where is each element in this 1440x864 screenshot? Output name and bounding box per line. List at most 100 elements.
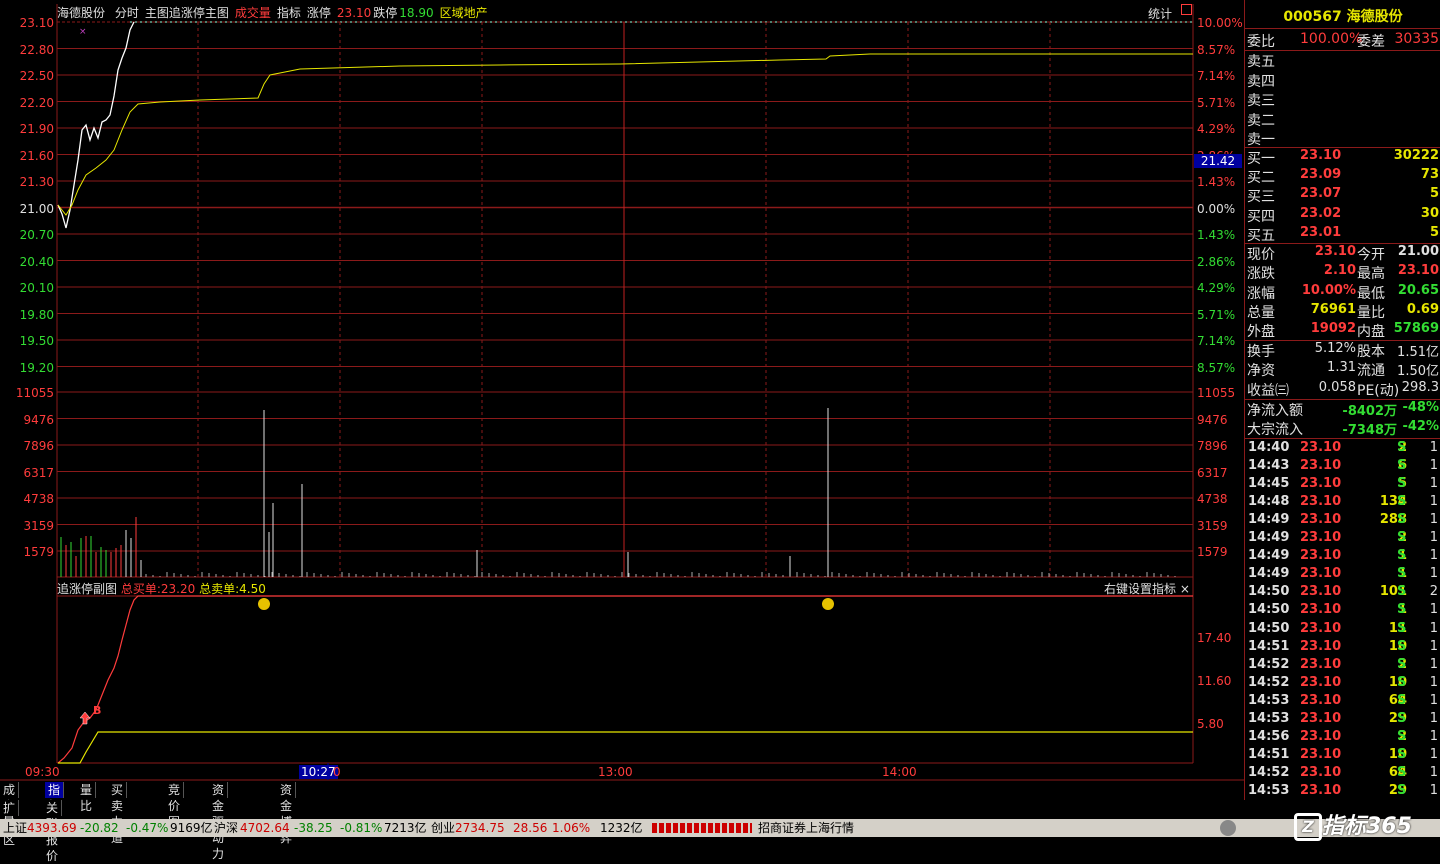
tick-row[interactable]: 14:52 23.10 2 S 1: [1245, 657, 1440, 675]
tick-row[interactable]: 14:49 23.10 1 S 1: [1245, 566, 1440, 584]
tab-buy-sell-power[interactable]: 买卖力道: [108, 782, 128, 845]
quote-row: 外盘 19092 内盘 57869: [1245, 321, 1440, 340]
tick-count: 1: [1429, 602, 1438, 618]
tick-row[interactable]: 14:40 23.10 2 S 1: [1245, 440, 1440, 458]
tick-row[interactable]: 14:56 23.10 2 S 1: [1245, 729, 1440, 747]
tick-row[interactable]: 14:43 23.10 6 S 1: [1245, 458, 1440, 476]
window-toggle-icon[interactable]: [1181, 4, 1192, 15]
fund-flow-label: 大宗流入: [1247, 422, 1303, 438]
tick-row[interactable]: 14:45 23.10 5 S 1: [1245, 476, 1440, 494]
tab-related-quotes[interactable]: 关联报价: [43, 800, 63, 863]
quote-value: 19092: [1310, 321, 1356, 337]
quote-label-2: 今开: [1357, 247, 1385, 263]
sub-chart-settings[interactable]: 右键设置指标 ×: [1104, 580, 1190, 597]
volume-tick: 1579: [23, 545, 54, 559]
tab-indicator[interactable]: 指标: [45, 782, 65, 813]
pct-tick: 4.29%: [1197, 281, 1236, 295]
tick-time: 14:53: [1248, 692, 1290, 708]
sz-amount: 7213亿: [384, 821, 427, 835]
sell-level-row[interactable]: 卖二: [1245, 110, 1440, 129]
tab-fenshi[interactable]: 分时: [115, 6, 139, 20]
network-icon[interactable]: [1220, 820, 1236, 836]
price-tick: 22.50: [19, 69, 54, 83]
tick-row[interactable]: 14:50 23.10 11 S 1: [1245, 621, 1440, 639]
buy-level-volume: 30222: [1393, 148, 1439, 163]
tick-time: 14:56: [1248, 728, 1290, 744]
fundamental-label-2: PE(动): [1357, 382, 1400, 399]
tick-row[interactable]: 14:52 23.10 10 S 1: [1245, 675, 1440, 693]
tick-row[interactable]: 14:53 23.10 64 S 1: [1245, 693, 1440, 711]
cy-value: 2734.75: [455, 821, 505, 835]
indicator-selector[interactable]: 指标: [277, 6, 301, 20]
main-chart-selector[interactable]: 主图追涨停主图: [145, 6, 229, 20]
tab-auction[interactable]: 竞价图: [165, 782, 185, 829]
tab-volume-ratio[interactable]: 量比: [77, 782, 97, 813]
tick-row[interactable]: 14:49 23.10 288 S 1: [1245, 512, 1440, 530]
sell-level-row[interactable]: 卖一: [1245, 129, 1440, 148]
tick-side: S: [1397, 584, 1407, 600]
tick-count: 1: [1429, 620, 1438, 636]
sector-link[interactable]: 区域地产: [440, 6, 488, 20]
chart-canvas[interactable]: ×: [0, 0, 1244, 800]
tick-price: 23.10: [1300, 764, 1342, 780]
quote-value-2: 23.10: [1397, 263, 1439, 279]
stats-button[interactable]: 统计: [1148, 5, 1172, 22]
price-tick: 21.30: [19, 175, 54, 189]
tick-price: 23.10: [1300, 512, 1342, 528]
tick-row[interactable]: 14:51 23.10 10 S 1: [1245, 747, 1440, 765]
sz-label: 沪深: [214, 821, 239, 835]
tick-time: 14:53: [1248, 710, 1290, 726]
tick-row[interactable]: 14:49 23.10 2 S 1: [1245, 530, 1440, 548]
close-icon[interactable]: ×: [1180, 582, 1190, 596]
fundamental-label: 收益㈢: [1247, 382, 1289, 399]
buy-level-row[interactable]: 买四 23.02 30: [1245, 206, 1440, 225]
sh-value: 4393.69: [27, 821, 77, 835]
sell-level-row[interactable]: 卖四: [1245, 71, 1440, 90]
buy-marker-label: B: [93, 704, 102, 717]
buy-level-row[interactable]: 买二 23.09 73: [1245, 167, 1440, 186]
sh-pct: -0.47%: [126, 821, 169, 835]
tick-row[interactable]: 14:53 23.10 29 S 1: [1245, 783, 1440, 801]
sell-level-row[interactable]: 卖五: [1245, 51, 1440, 70]
volume-selector[interactable]: 成交量: [235, 6, 271, 20]
tick-side: S: [1397, 746, 1407, 762]
sell-level-label: 卖三: [1247, 93, 1275, 109]
signal-marker-icon: [822, 598, 834, 610]
sz-value: 4702.64: [240, 821, 290, 835]
buy-level-volume: 73: [1420, 167, 1439, 183]
tick-price: 23.10: [1300, 566, 1342, 582]
sell-level-row[interactable]: 卖三: [1245, 90, 1440, 109]
tick-row[interactable]: 14:48 23.10 134 S 1: [1245, 494, 1440, 512]
tick-row[interactable]: 14:50 23.10 101 S 2: [1245, 584, 1440, 602]
price-tick: 19.20: [19, 360, 54, 375]
fundamental-label-2: 流通: [1357, 363, 1385, 380]
cursor-price-box: 21.42: [1194, 154, 1242, 168]
broker-label[interactable]: 招商证券上海行情: [758, 819, 854, 837]
tick-row[interactable]: 14:52 23.10 64 S 1: [1245, 765, 1440, 783]
tab-volume[interactable]: 成交量: [0, 782, 20, 829]
tick-row[interactable]: 14:51 23.10 10 S 1: [1245, 639, 1440, 657]
tick-count: 2: [1429, 584, 1438, 600]
tab-fund-game[interactable]: 资金博弈: [277, 782, 297, 845]
tick-side: S: [1397, 458, 1407, 474]
volume-tick-right: 1579: [1197, 545, 1228, 559]
buy-level-row[interactable]: 买一 23.10 30222: [1245, 148, 1440, 167]
tick-side: S: [1397, 494, 1407, 510]
tick-row[interactable]: 14:53 23.10 29 S 1: [1245, 711, 1440, 729]
tick-row[interactable]: 14:49 23.10 1 S 1: [1245, 548, 1440, 566]
price-tick: 19.50: [19, 334, 54, 348]
tab-fund-drive[interactable]: 资金驱动力: [209, 782, 229, 861]
quote-value: 10.00%: [1301, 282, 1356, 298]
quote-label: 涨幅: [1247, 285, 1275, 302]
buy-level-row[interactable]: 买五 23.01 5: [1245, 225, 1440, 244]
fundamental-row: 净资 1.31 流通 1.50亿: [1245, 360, 1440, 379]
tick-side: S: [1397, 728, 1407, 744]
pct-tick: 2.86%: [1197, 254, 1236, 269]
tick-side: S: [1397, 530, 1407, 546]
pct-tick: 1.43%: [1197, 175, 1236, 189]
tick-row[interactable]: 14:50 23.10 1 S 1: [1245, 602, 1440, 620]
sub-axis-tick: 17.40: [1197, 631, 1232, 645]
tab-extension[interactable]: 扩展区: [0, 800, 20, 847]
tick-time: 14:50: [1248, 584, 1290, 600]
buy-level-row[interactable]: 买三 23.07 5: [1245, 186, 1440, 205]
